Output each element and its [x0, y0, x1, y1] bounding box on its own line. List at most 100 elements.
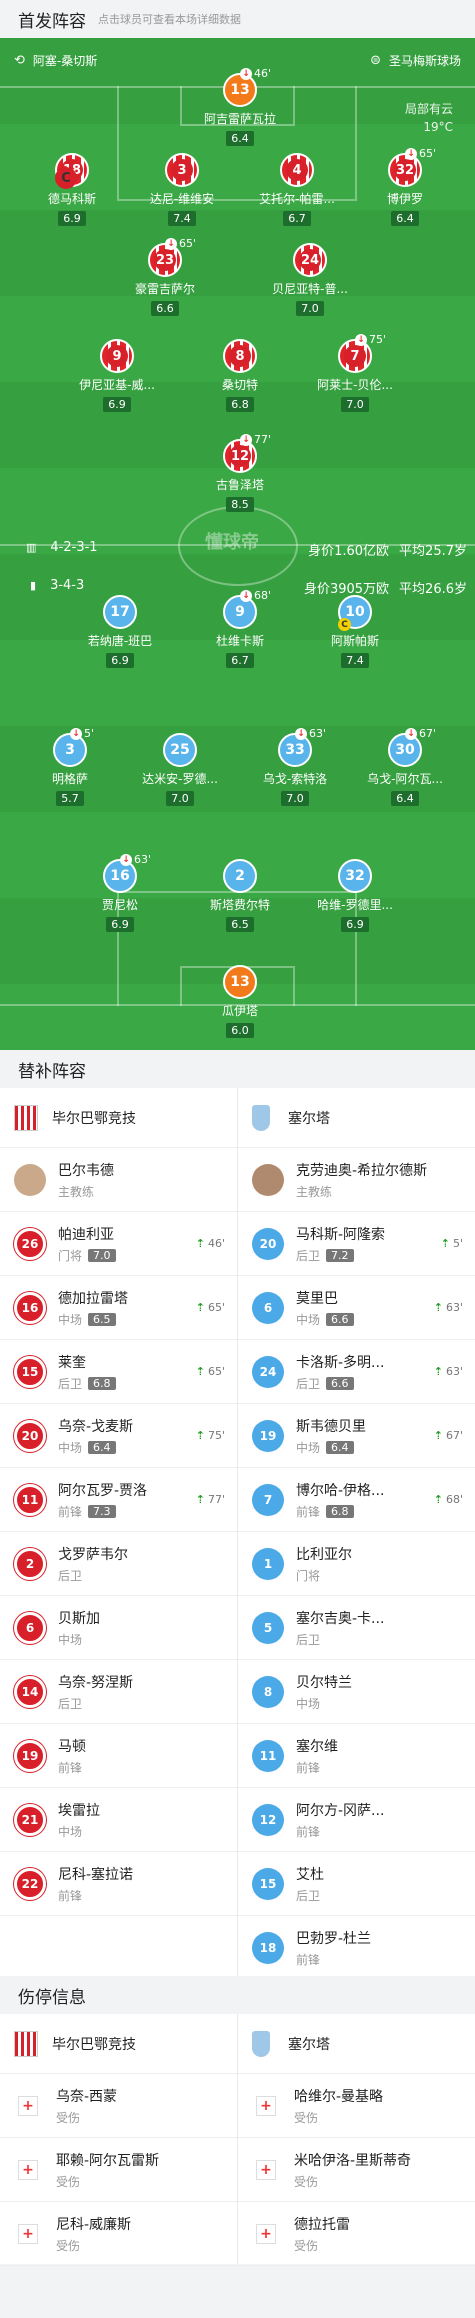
injured-player-name: 哈维尔-曼基略 — [294, 2088, 384, 2105]
home-injury-row[interactable]: + 尼科-威廉斯 受伤 — [0, 2202, 237, 2266]
away-injury-row[interactable]: + 德拉托雷 受伤 — [238, 2202, 475, 2266]
sub-position: 前锋 — [58, 1760, 83, 1775]
home-sub-row[interactable]: 6 贝斯加 中场 — [0, 1596, 237, 1660]
away-team-header[interactable]: 塞尔塔 — [238, 1088, 475, 1148]
home-sub-row[interactable]: 22 尼科-塞拉诺 前锋 — [0, 1852, 237, 1916]
player-4[interactable]: 32 ↓ 65' 博伊罗 6.4 — [345, 147, 465, 226]
home-coach-row[interactable]: 巴尔韦德 主教练 — [0, 1148, 237, 1212]
sub-position: 后卫 — [58, 1568, 83, 1583]
player-name: 达尼-维维安 — [149, 192, 215, 206]
away-crest-icon — [252, 2030, 270, 2057]
away-sub-row[interactable]: 18 巴勃罗-杜兰 前锋 — [238, 1916, 475, 1980]
injury-status: 受伤 — [56, 2110, 81, 2125]
sub-position: 中场 — [58, 1824, 83, 1839]
sub-minute: 5' — [84, 727, 95, 740]
home-sub-row[interactable]: 11 阿尔瓦罗-贾洛 前锋 7.3 ⇡ 77' — [0, 1468, 237, 1532]
injured-player-name: 尼科-威廉斯 — [56, 2216, 132, 2233]
sub-event: ↓ 46' — [240, 67, 271, 80]
sub-in-event: ⇡ 5' — [441, 1237, 463, 1250]
sub-in-event: ⇡ 63' — [434, 1365, 463, 1378]
away-sub-row[interactable]: 12 阿尔方-冈萨... 前锋 — [238, 1788, 475, 1852]
player-16[interactable]: 33 ↓ 63' 乌戈-索特洛 7.0 — [235, 727, 355, 806]
player-name: 乌戈-索特洛 — [262, 772, 328, 786]
shirt-number: 23 — [154, 249, 176, 271]
shirt-number: 13 — [230, 82, 250, 98]
player-name: 阿斯帕斯 — [330, 634, 379, 648]
away-sub-row[interactable]: 6 莫里巴 中场 6.6 ⇡ 63' — [238, 1276, 475, 1340]
player-12[interactable]: 9 ↓ 68' 杜维卡斯 6.7 — [180, 589, 300, 668]
inj-away-team-header: 塞尔塔 — [238, 2014, 475, 2074]
player-rating: 6.4 — [391, 211, 419, 226]
player-11[interactable]: 17 若纳唐-班巴 6.9 — [60, 595, 180, 668]
player-6[interactable]: 24 贝尼亚特-普... 7.0 — [250, 243, 370, 316]
sub-event: ↓ 65' — [165, 237, 196, 250]
home-team-header[interactable]: 毕尔巴鄂竞技 — [0, 1088, 237, 1148]
away-sub-row[interactable]: 24 卡洛斯-多明... 后卫 6.6 ⇡ 63' — [238, 1340, 475, 1404]
shirt-number: 30 — [395, 742, 415, 758]
player-8[interactable]: 8 桑切特 6.8 — [180, 339, 300, 412]
away-sub-row[interactable]: 11 塞尔维 前锋 — [238, 1724, 475, 1788]
player-name: 阿莱士-贝伦... — [317, 378, 393, 392]
sub-rating: 6.6 — [326, 1376, 354, 1390]
player-5[interactable]: 23 ↓ 65' 豪雷吉萨尔 6.6 — [105, 237, 225, 316]
player-13[interactable]: 10 C 阿斯帕斯 7.4 — [295, 595, 415, 668]
player-10[interactable]: 12 ↓ 77' 古鲁泽塔 8.5 — [180, 433, 300, 512]
away-injury-row[interactable]: + 哈维尔-曼基略 受伤 — [238, 2074, 475, 2138]
shirt-number-badge: 19 — [14, 1739, 46, 1772]
weather-text: 局部有云 — [404, 102, 453, 116]
player-0[interactable]: 13 ↓ 46' 阿吉雷萨瓦拉 6.4 — [180, 67, 300, 146]
injury-icon: + — [18, 2159, 38, 2180]
sub-player-name: 塞尔维 — [296, 1738, 338, 1755]
away-sub-row[interactable]: 15 艾杜 后卫 — [238, 1852, 475, 1916]
player-rating: 6.9 — [106, 653, 134, 668]
player-1[interactable]: 18C 德马科斯 6.9 — [12, 153, 132, 226]
sub-player-name: 戈罗萨韦尔 — [58, 1546, 128, 1563]
home-sub-row[interactable]: 19 马顿 前锋 — [0, 1724, 237, 1788]
player-rating: 7.0 — [281, 791, 309, 806]
player-7[interactable]: 9 伊尼亚基-威... 6.9 — [57, 339, 177, 412]
injury-icon: + — [256, 2223, 276, 2244]
sub-minute: 5' — [452, 1237, 463, 1250]
away-sub-row[interactable]: 5 塞尔吉奥-卡... 后卫 — [238, 1596, 475, 1660]
home-sub-row[interactable]: 15 莱奎 后卫 6.8 ⇡ 65' — [0, 1340, 237, 1404]
away-team-name: 塞尔塔 — [288, 2036, 330, 2053]
sub-position: 中场 — [58, 1440, 83, 1455]
sub-position: 前锋 — [296, 1952, 321, 1967]
away-sub-row[interactable]: 7 博尔哈-伊格... 前锋 6.8 ⇡ 68' — [238, 1468, 475, 1532]
home-sub-row[interactable]: 14 乌奈-努涅斯 后卫 — [0, 1660, 237, 1724]
away-sub-row[interactable]: 1 比利亚尔 门将 — [238, 1532, 475, 1596]
player-20[interactable]: 32 哈维-罗德里... 6.9 — [295, 859, 415, 932]
player-shirt: 17 — [103, 595, 137, 629]
player-18[interactable]: 16 ↓ 63' 贾尼松 6.9 — [60, 853, 180, 932]
sub-position: 后卫 — [296, 1888, 321, 1903]
away-sub-row[interactable]: 19 斯韦德贝里 中场 6.4 ⇡ 67' — [238, 1404, 475, 1468]
home-sub-row[interactable]: 2 戈罗萨韦尔 后卫 — [0, 1532, 237, 1596]
player-21[interactable]: 13 瓜伊塔 6.0 — [180, 965, 300, 1038]
player-15[interactable]: 25 达米安-罗德... 7.0 — [120, 733, 240, 806]
home-sub-row[interactable]: 16 德加拉雷塔 中场 6.5 ⇡ 65' — [0, 1276, 237, 1340]
sub-minute: 75' — [207, 1429, 225, 1442]
away-sub-row[interactable]: 8 贝尔特兰 中场 — [238, 1660, 475, 1724]
player-19[interactable]: 2 斯塔费尔特 6.5 — [180, 859, 300, 932]
away-injury-row[interactable]: + 米哈伊洛-里斯蒂奇 受伤 — [238, 2138, 475, 2202]
player-2[interactable]: 3 达尼-维维安 7.4 — [122, 153, 242, 226]
player-17[interactable]: 30 ↓ 67' 乌戈-阿尔瓦... 6.4 — [345, 727, 465, 806]
home-sub-row[interactable]: 26 帕迪利亚 门将 7.0 ⇡ 46' — [0, 1212, 237, 1276]
sub-player-name: 乌奈-努涅斯 — [58, 1674, 134, 1691]
home-sub-row[interactable]: 20 乌奈-戈麦斯 中场 6.4 ⇡ 75' — [0, 1404, 237, 1468]
sub-out-icon: ↓ — [165, 237, 177, 250]
shirt-number-badge: 22 — [14, 1867, 46, 1900]
player-3[interactable]: 4 艾托尔-帕雷... 6.7 — [237, 153, 357, 226]
player-14[interactable]: 3 ↓ 5' 明格萨 5.7 — [10, 727, 130, 806]
away-coach-row[interactable]: 克劳迪奥-希拉尔德斯 主教练 — [238, 1148, 475, 1212]
home-sub-row[interactable]: 21 埃雷拉 中场 — [0, 1788, 237, 1852]
home-injury-row[interactable]: + 乌奈-西蒙 受伤 — [0, 2074, 237, 2138]
shirt-number-badge: 15 — [14, 1355, 46, 1388]
player-9[interactable]: 7 ↓ 75' 阿莱士-贝伦... 7.0 — [295, 333, 415, 412]
coach-avatar — [14, 1163, 46, 1196]
player-shirt: 24 — [293, 243, 327, 277]
home-injury-row[interactable]: + 耶赖-阿尔瓦雷斯 受伤 — [0, 2138, 237, 2202]
home-stats: 身价1.60亿欧 平均25.7岁 — [308, 540, 467, 559]
player-shirt: 18C — [55, 153, 89, 189]
away-sub-row[interactable]: 20 马科斯-阿隆索 后卫 7.2 ⇡ 5' — [238, 1212, 475, 1276]
